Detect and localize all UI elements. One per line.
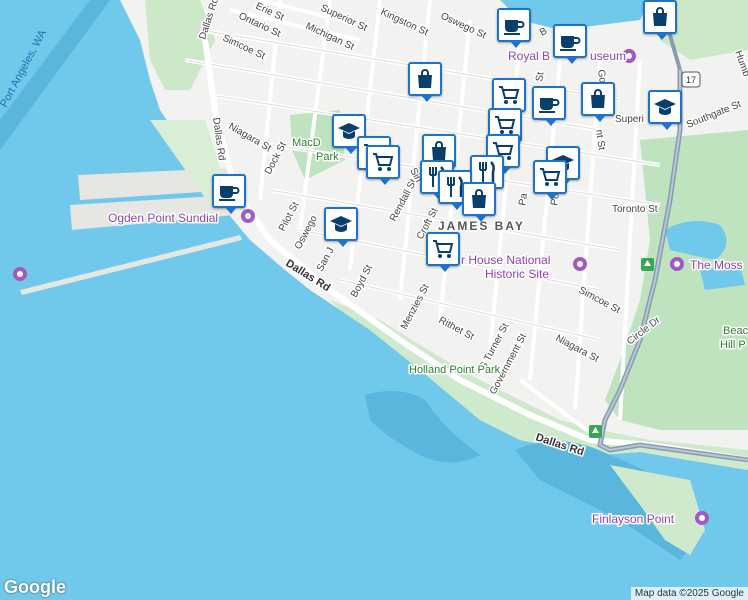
school-marker[interactable] xyxy=(324,207,358,247)
shopping-bag-icon xyxy=(653,7,667,26)
coffee-icon xyxy=(504,20,525,35)
school-marker[interactable] xyxy=(648,90,682,130)
poi-icon-finlayson xyxy=(695,511,709,525)
poi-icon-moss xyxy=(670,257,684,271)
poi-label[interactable]: Ogden Point Sundial xyxy=(107,210,220,227)
shopping-bag-marker[interactable] xyxy=(462,182,496,222)
shopping-bag-marker[interactable] xyxy=(643,0,677,40)
park-label: Holland Point Park xyxy=(409,364,501,376)
poi-label[interactable]: Royal B xyxy=(507,48,552,65)
park-tree-icon xyxy=(589,425,602,438)
poi-label[interactable]: r House National xyxy=(460,252,552,269)
shopping-bag-marker[interactable] xyxy=(408,62,442,102)
street-label: Pa xyxy=(517,192,530,206)
poi-icon-west xyxy=(13,267,27,281)
coffee-marker[interactable] xyxy=(497,8,531,48)
shopping-cart-icon xyxy=(540,168,561,186)
poi-label[interactable]: Historic Site xyxy=(484,266,551,283)
shopping-cart-icon xyxy=(373,153,394,171)
shopping-cart-icon xyxy=(499,86,520,104)
map-canvas[interactable]: 17 Dallas Rd Erie St Ontario St Superior… xyxy=(0,0,748,600)
shopping-bag-icon xyxy=(418,69,432,88)
street-label: Toronto St xyxy=(612,204,658,215)
park-label: MacD xyxy=(292,137,321,149)
poi-icon-carr xyxy=(573,257,587,271)
poi-icon-ogden xyxy=(241,209,255,223)
park-label: Park xyxy=(316,151,339,163)
shopping-bag-icon xyxy=(472,189,486,208)
poi-label[interactable]: Finlayson Point xyxy=(591,511,677,528)
school-icon xyxy=(654,99,676,115)
cart-marker[interactable] xyxy=(492,78,526,118)
coffee-icon xyxy=(539,98,560,113)
svg-text:17: 17 xyxy=(686,75,696,85)
route-17-shield: 17 xyxy=(681,71,701,88)
coffee-icon xyxy=(560,36,581,51)
shopping-cart-icon xyxy=(433,240,454,258)
restaurant-icon xyxy=(479,161,495,182)
coffee-marker[interactable] xyxy=(553,24,587,64)
coffee-icon xyxy=(219,186,240,201)
poi-label[interactable]: The Moss xyxy=(689,257,745,274)
cart-marker[interactable] xyxy=(426,232,460,272)
shopping-bag-icon xyxy=(591,89,605,108)
park-label: Hill P xyxy=(720,339,746,351)
coffee-marker[interactable] xyxy=(532,86,566,126)
cart-marker[interactable] xyxy=(366,145,400,185)
street-label: Superi xyxy=(615,114,644,125)
map-attribution[interactable]: Map data ©2025 Google xyxy=(630,587,748,600)
cart-marker[interactable] xyxy=(533,160,567,200)
park-tree-icon xyxy=(641,258,654,271)
school-icon xyxy=(330,216,352,232)
poi-label[interactable]: useum xyxy=(589,48,628,65)
coffee-marker[interactable] xyxy=(212,174,246,214)
shopping-bag-marker[interactable] xyxy=(581,82,615,122)
park-label: Beac xyxy=(723,325,748,337)
google-logo: Google xyxy=(4,577,66,597)
